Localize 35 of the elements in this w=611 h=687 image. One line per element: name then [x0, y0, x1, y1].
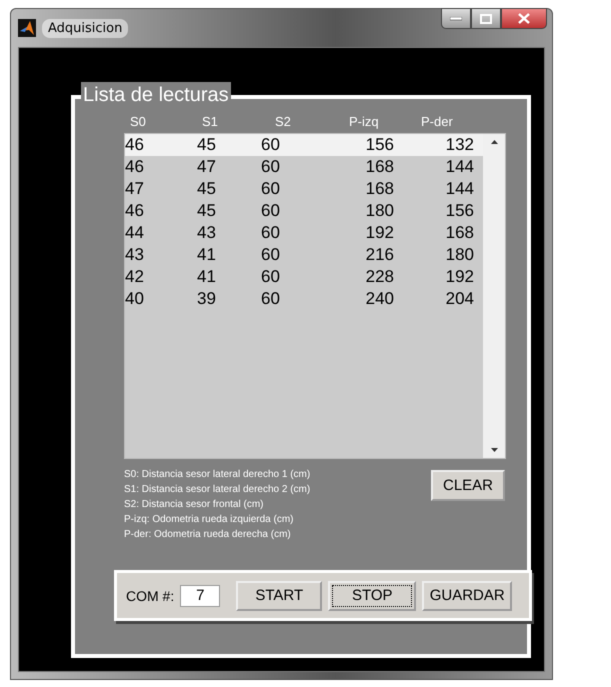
- close-icon[interactable]: [518, 13, 530, 24]
- list-row[interactable]: 46 47 60 168 144: [125, 156, 483, 178]
- window-title: Adquisicion: [42, 18, 128, 38]
- list-row[interactable]: 43 41 60 216 180: [125, 244, 483, 266]
- scroll-up-icon[interactable]: [490, 140, 498, 144]
- column-header: S1: [202, 114, 219, 129]
- list-row[interactable]: 42 41 60 228 192: [125, 266, 483, 288]
- list-row[interactable]: 40 39 60 240 204: [125, 288, 483, 310]
- list-row[interactable]: 46 45 60 156 132: [125, 134, 483, 156]
- close-button[interactable]: [501, 8, 547, 29]
- scrollbar[interactable]: [483, 134, 505, 458]
- column-header: P-izq: [349, 114, 380, 129]
- clear-button[interactable]: CLEAR: [431, 470, 505, 501]
- list-row[interactable]: 44 43 60 192 168: [125, 222, 483, 244]
- legend-text: S0: Distancia sesor lateral derecho 1 (cm): [124, 468, 310, 482]
- com-label: COM #:: [126, 588, 174, 604]
- com-port-field[interactable]: 7: [180, 584, 220, 606]
- app-logo-icon: [18, 19, 36, 37]
- toolbar-button[interactable]: STOP: [328, 580, 416, 610]
- readings-listbox[interactable]: 46 45 60 156 132 46 47 60 168 144 47 45 60 168 144 46 45 60 180 156 44 43 60 192 168 43 41 60 216 180 42 41 60 228 192 40 39 60 240 204: [124, 133, 506, 459]
- list-row[interactable]: 47 45 60 168 144: [125, 178, 483, 200]
- scroll-down-icon[interactable]: [490, 448, 498, 452]
- minimize-icon[interactable]: [450, 16, 462, 20]
- column-header: S0: [130, 114, 147, 129]
- maximize-button[interactable]: [471, 8, 501, 29]
- column-header: P-der: [421, 114, 454, 129]
- legend-text: S1: Distancia sesor lateral derecho 2 (cm): [124, 483, 310, 497]
- legend-text: P-der: Odometria rueda derecha (cm): [124, 528, 292, 542]
- toolbar-button[interactable]: START: [236, 580, 322, 610]
- legend-text: S2: Distancia sesor frontal (cm): [124, 498, 264, 512]
- toolbar-button[interactable]: GUARDAR: [422, 580, 512, 610]
- minimize-button[interactable]: [441, 8, 471, 29]
- list-row[interactable]: 46 45 60 180 156: [125, 200, 483, 222]
- legend-text: P-izq: Odometria rueda izquierda (cm): [124, 513, 295, 527]
- column-header: S2: [275, 114, 292, 129]
